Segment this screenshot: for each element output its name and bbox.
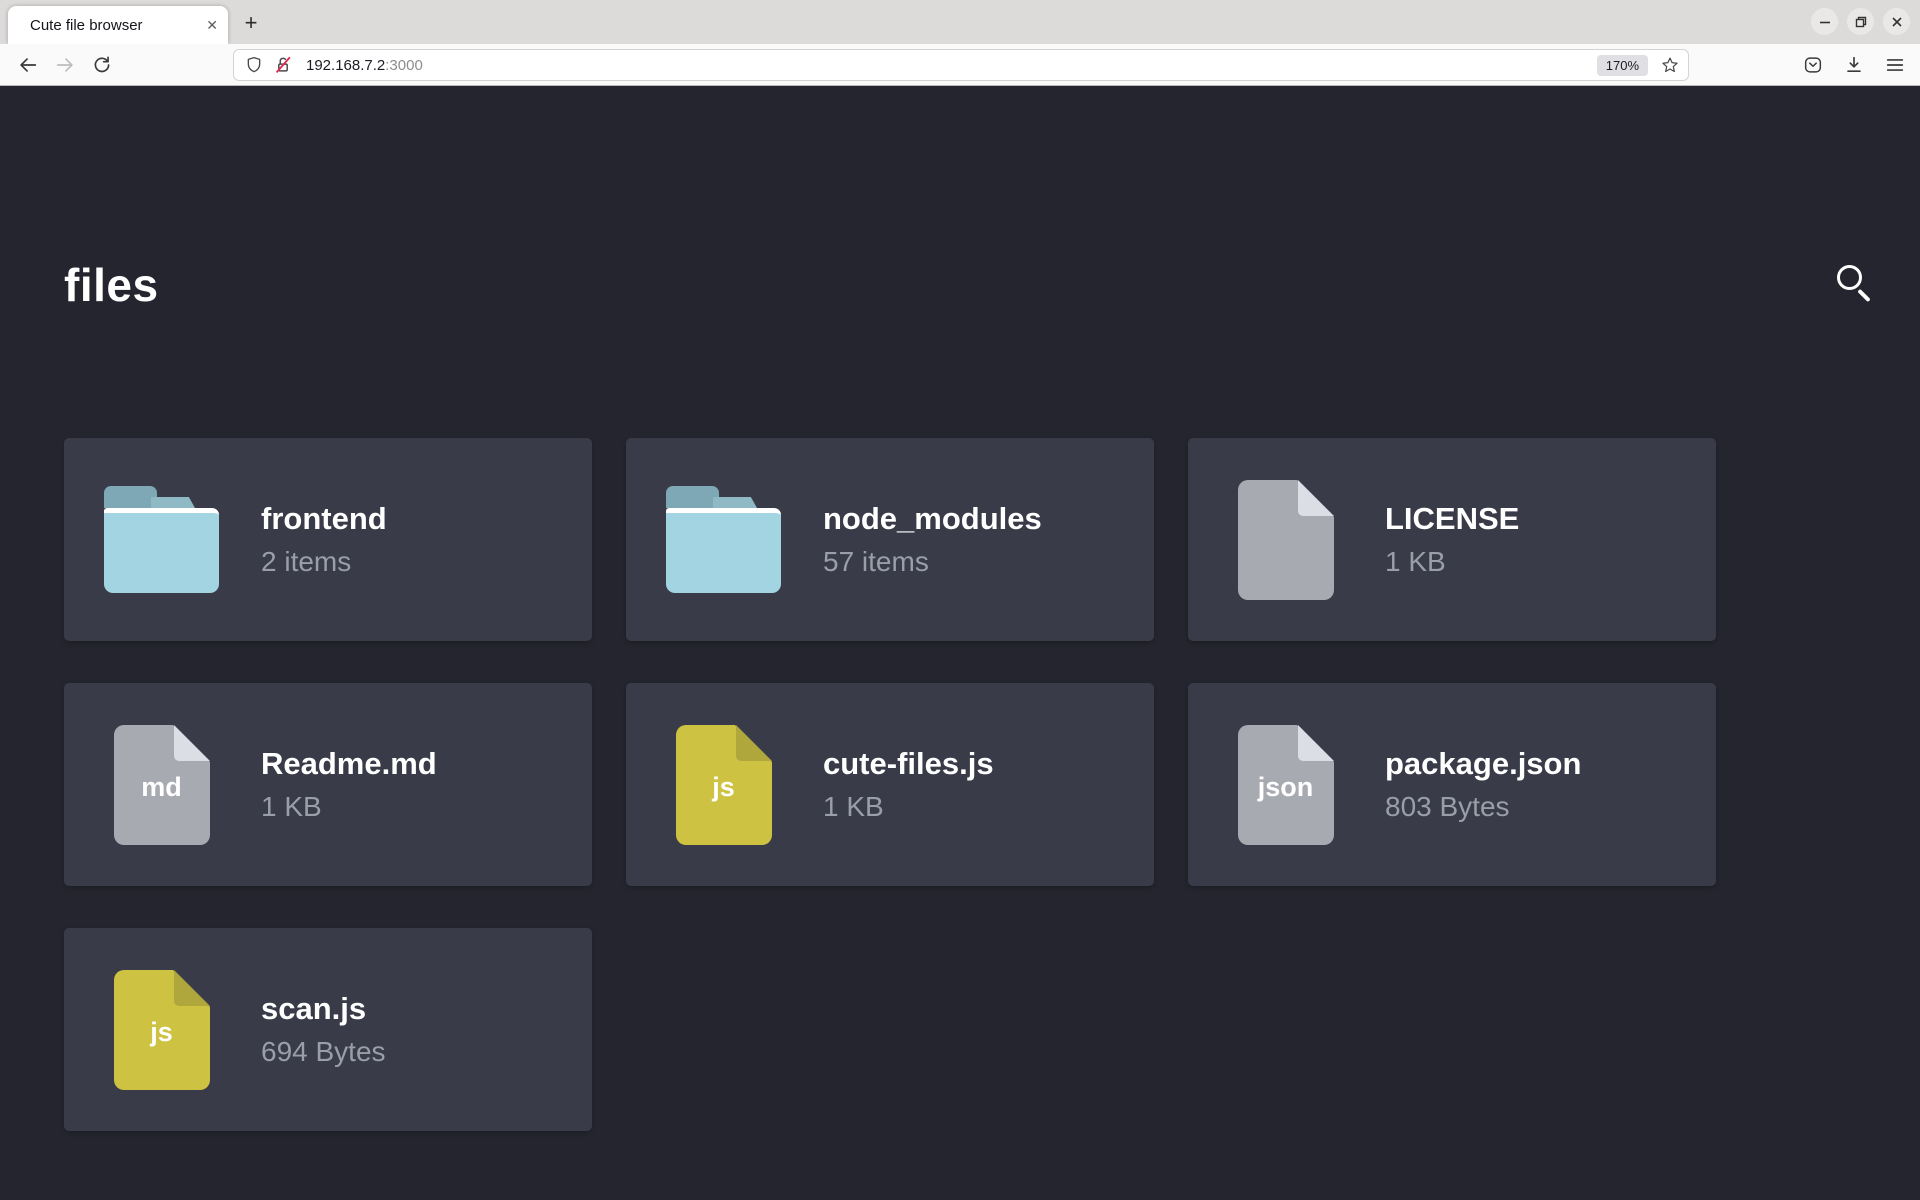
card-frontend[interactable]: frontend 2 items <box>64 438 592 641</box>
folder-icon <box>666 486 781 593</box>
file-name: LICENSE <box>1385 501 1519 537</box>
card-license[interactable]: LICENSE 1 KB <box>1188 438 1716 641</box>
file-meta: 1 KB <box>1385 546 1519 578</box>
pocket-icon[interactable] <box>1802 54 1824 76</box>
file-meta: 1 KB <box>261 791 437 823</box>
card-cute-files-js[interactable]: js cute-files.js 1 KB <box>626 683 1154 886</box>
card-node-modules[interactable]: node_modules 57 items <box>626 438 1154 641</box>
minimize-icon <box>1818 15 1832 29</box>
file-meta: 2 items <box>261 546 387 578</box>
file-icon: js <box>114 970 210 1090</box>
shield-icon[interactable] <box>244 55 264 75</box>
minimize-button[interactable] <box>1811 8 1838 35</box>
url-host: 192.168.7.2 <box>306 57 385 74</box>
tab-title: Cute file browser <box>30 17 198 34</box>
search-icon <box>1837 265 1862 290</box>
page-header: files <box>64 86 1876 312</box>
url-port: :3000 <box>385 57 423 74</box>
bookmark-star-icon[interactable] <box>1660 55 1680 75</box>
browser-tab[interactable]: Cute file browser ✕ <box>8 6 228 44</box>
folder-icon <box>104 486 219 593</box>
tab-bar: Cute file browser ✕ + <box>0 0 1920 44</box>
close-button[interactable] <box>1883 8 1910 35</box>
window-controls <box>1811 8 1910 35</box>
file-icon: json <box>1238 725 1334 845</box>
file-name: Readme.md <box>261 746 437 782</box>
file-type-label: json <box>1258 772 1314 803</box>
file-meta: 803 Bytes <box>1385 791 1581 823</box>
restore-icon <box>1854 15 1868 29</box>
file-icon: js <box>676 725 772 845</box>
restore-button[interactable] <box>1847 8 1874 35</box>
new-tab-button[interactable]: + <box>236 8 266 38</box>
card-readme-md[interactable]: md Readme.md 1 KB <box>64 683 592 886</box>
file-type-label: md <box>141 772 182 803</box>
insecure-lock-icon[interactable] <box>272 54 294 76</box>
tab-close-icon[interactable]: ✕ <box>206 18 218 32</box>
reload-button[interactable] <box>86 49 118 81</box>
file-meta: 694 Bytes <box>261 1036 386 1068</box>
close-icon <box>1890 15 1904 29</box>
file-name: cute-files.js <box>823 746 994 782</box>
file-name: package.json <box>1385 746 1581 782</box>
card-package-json[interactable]: json package.json 803 Bytes <box>1188 683 1716 886</box>
back-button[interactable] <box>12 49 44 81</box>
file-name: frontend <box>261 501 387 537</box>
zoom-level-badge[interactable]: 170% <box>1597 55 1648 76</box>
back-icon <box>17 54 39 76</box>
file-icon: md <box>114 725 210 845</box>
menu-hamburger-icon[interactable] <box>1884 54 1906 76</box>
file-meta: 57 items <box>823 546 1042 578</box>
file-type-label: js <box>150 1017 173 1048</box>
forward-button[interactable] <box>49 49 81 81</box>
navigation-toolbar: 192.168.7.2:3000 170% <box>0 44 1920 86</box>
address-bar[interactable]: 192.168.7.2:3000 170% <box>233 49 1689 81</box>
url-text[interactable]: 192.168.7.2:3000 <box>306 57 1597 74</box>
forward-icon <box>54 54 76 76</box>
page-title: files <box>64 258 159 312</box>
download-icon[interactable] <box>1843 54 1865 76</box>
file-name: node_modules <box>823 501 1042 537</box>
file-meta: 1 KB <box>823 791 994 823</box>
file-grid: frontend 2 items node_modules 57 items L… <box>64 438 1920 1131</box>
reload-icon <box>91 54 113 76</box>
file-icon <box>1238 480 1334 600</box>
file-type-label: js <box>712 772 735 803</box>
card-scan-js[interactable]: js scan.js 694 Bytes <box>64 928 592 1131</box>
search-button[interactable] <box>1834 262 1876 308</box>
file-browser-page: files frontend 2 items node_modules 57 i… <box>0 86 1920 1199</box>
file-name: scan.js <box>261 991 386 1027</box>
toolbar-right-icons <box>1802 49 1906 81</box>
